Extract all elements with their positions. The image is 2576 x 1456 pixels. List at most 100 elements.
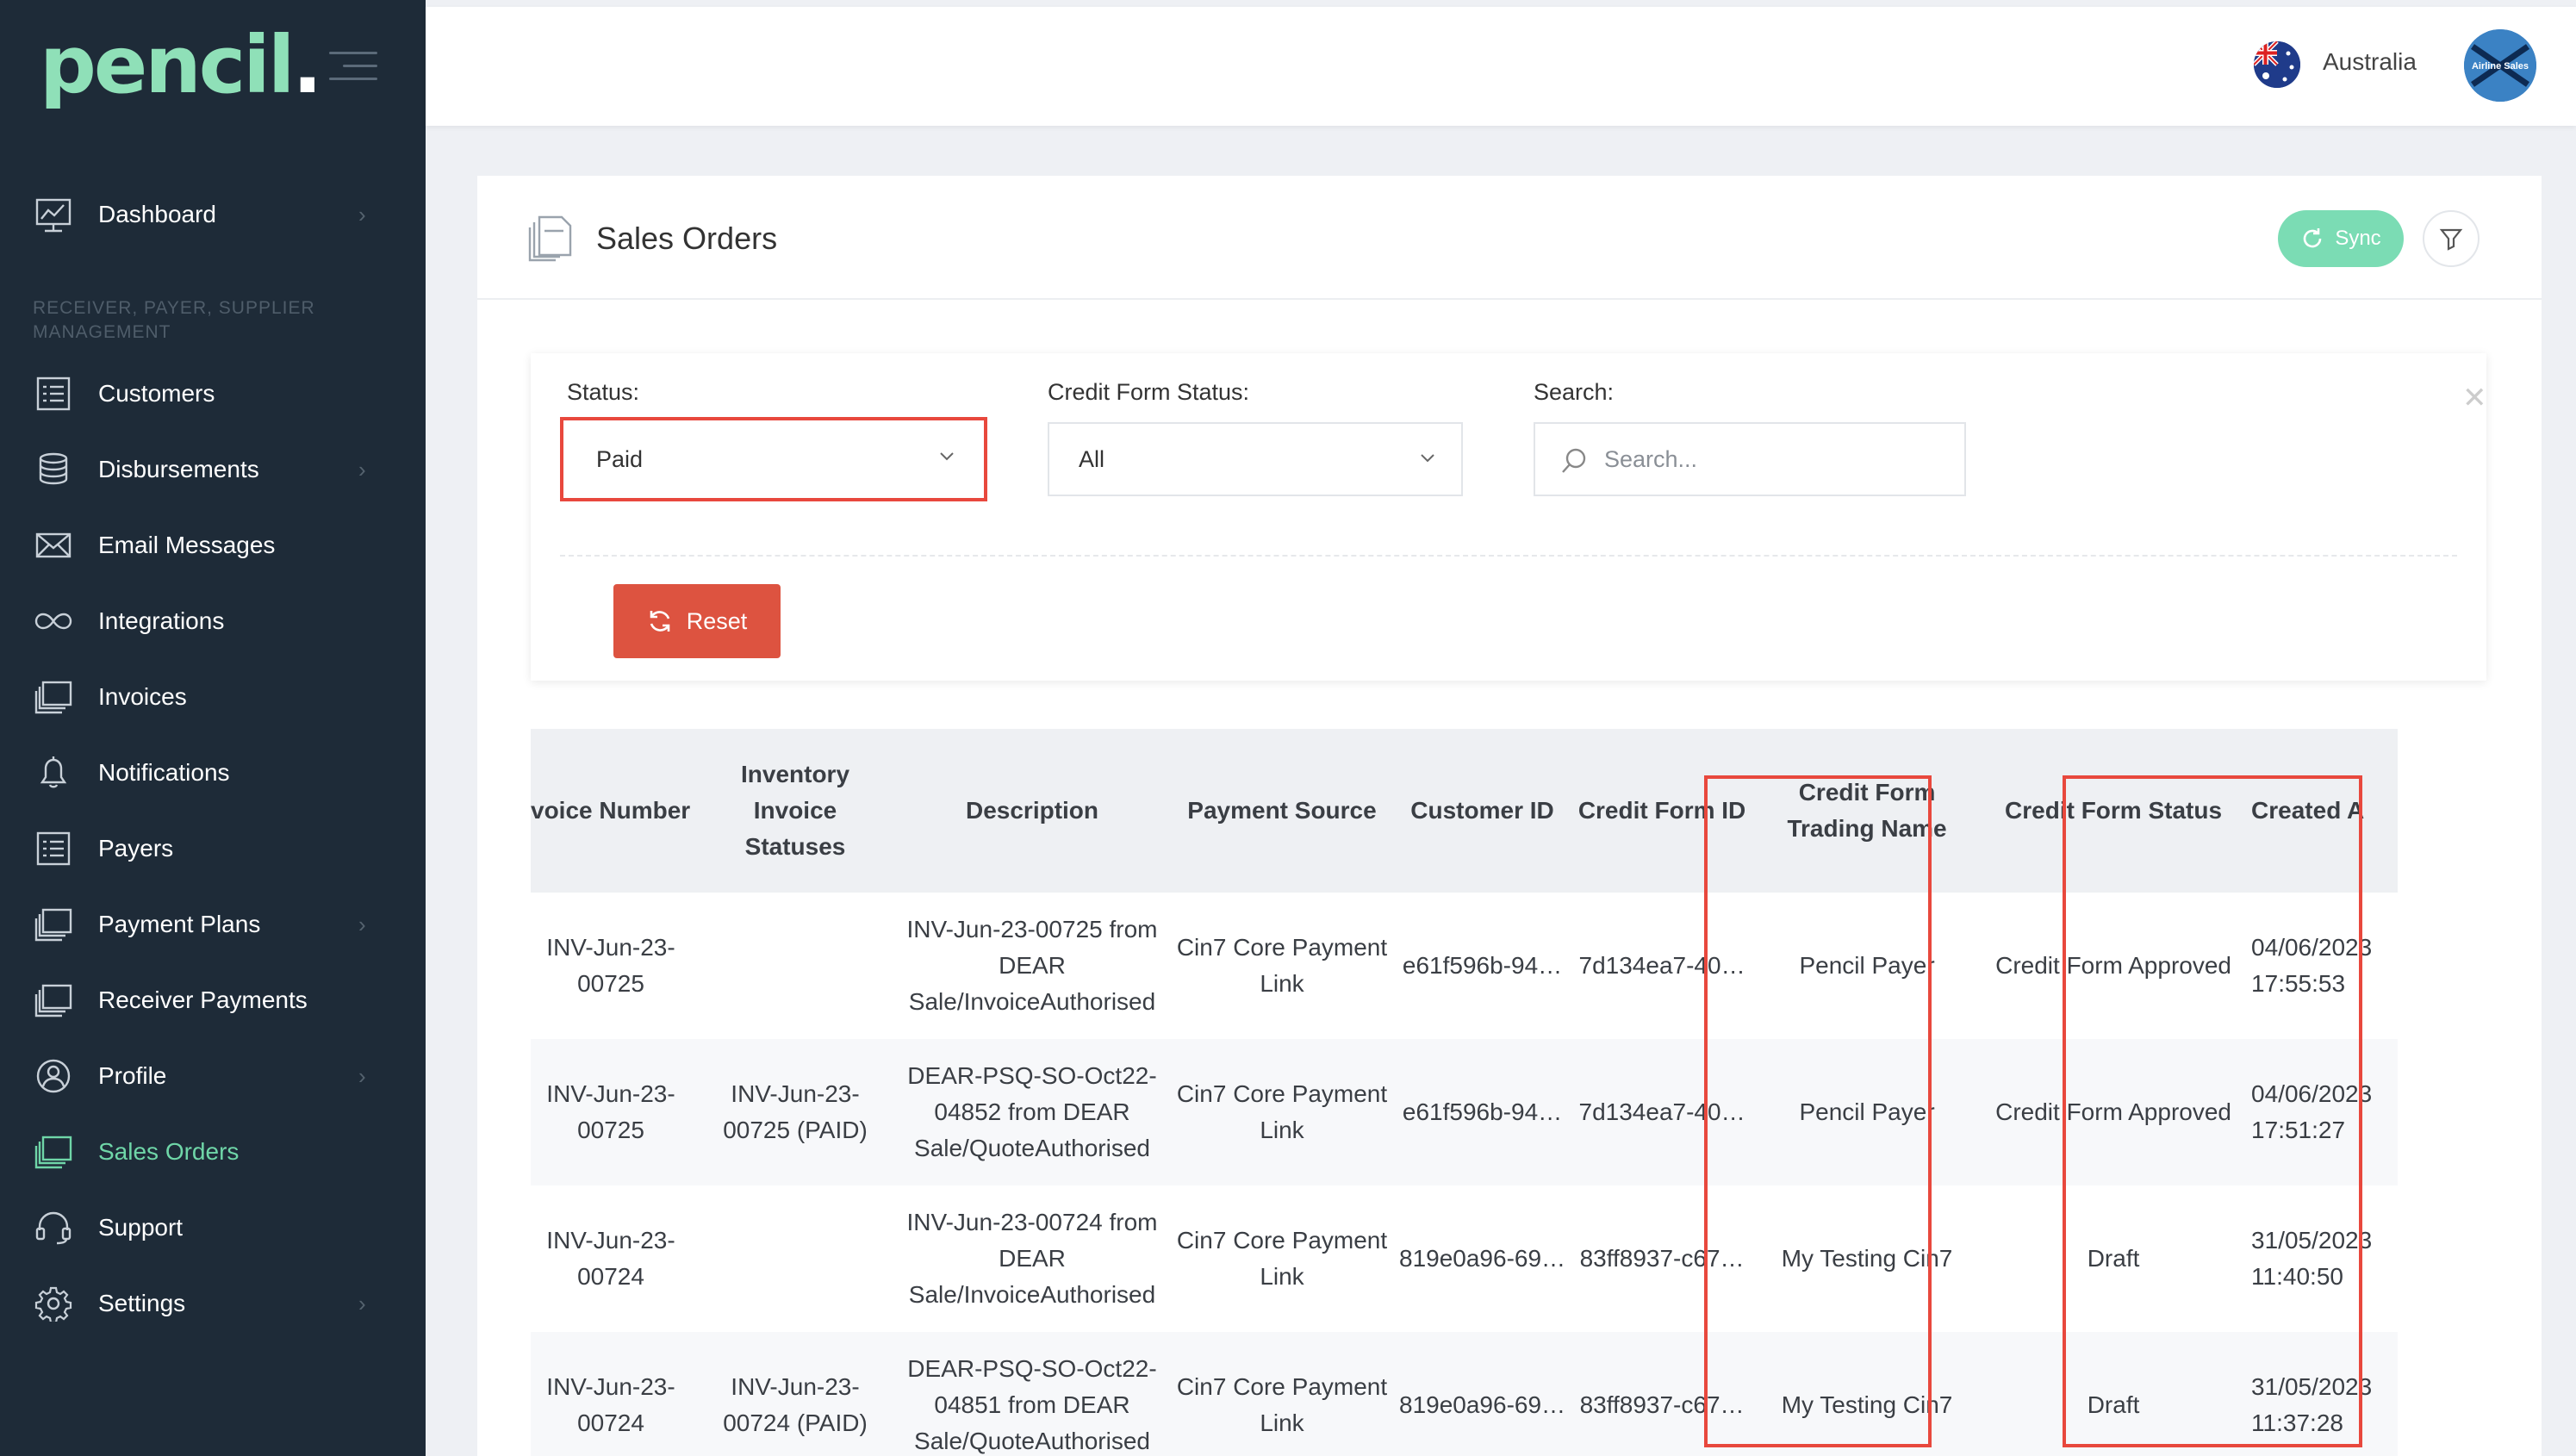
australia-flag-icon[interactable]	[2254, 41, 2300, 88]
coins-icon	[39, 452, 68, 485]
sidebar-item-integrations[interactable]: Integrations	[0, 591, 426, 651]
cell-customer-id: e61f596b-94…	[1394, 893, 1571, 1039]
cell-customer-id: 819e0a96-69…	[1394, 1185, 1571, 1332]
sidebar-item-payment-plans[interactable]: Payment Plans ›	[0, 894, 426, 955]
stacked-docs-icon	[34, 984, 72, 1017]
card-header: Sales Orders Sync	[477, 176, 2542, 300]
cell-payment-source: Cin7 Core Payment Link	[1170, 1039, 1394, 1185]
search-input[interactable]	[1604, 445, 1932, 473]
sales-orders-table-wrap: voice Number Inventory Invoice Statuses …	[531, 729, 2486, 1456]
chevron-down-icon	[1421, 454, 1434, 463]
cell-payment-source: Cin7 Core Payment Link	[1170, 893, 1394, 1039]
sidebar-item-label: Invoices	[98, 683, 187, 710]
cell-credit-form-status: Draft	[1981, 1332, 2247, 1456]
sidebar-item-payers[interactable]: Payers	[0, 818, 426, 879]
sidebar-item-label: Disbursements	[98, 456, 259, 482]
credit-form-status-select[interactable]: All	[1048, 422, 1463, 496]
bell-icon	[40, 756, 67, 788]
sidebar-item-support[interactable]: Support	[0, 1198, 426, 1258]
cell-invoice-number: INV-Jun-23-00724	[531, 1332, 696, 1456]
sidebar-item-dashboard[interactable]: Dashboard ›	[0, 184, 426, 245]
column-header-description[interactable]: Description	[894, 729, 1170, 893]
stacked-docs-icon	[34, 1136, 72, 1169]
cell-credit-form-trading-name: My Testing Cin7	[1753, 1185, 1982, 1332]
sidebar-item-customers[interactable]: Customers	[0, 364, 426, 424]
cell-credit-form-trading-name: Pencil Payer	[1753, 1039, 1982, 1185]
infinity-icon	[34, 613, 72, 630]
refresh-icon	[2304, 228, 2322, 248]
sidebar-item-label: Payers	[98, 835, 174, 862]
filter-button[interactable]	[2423, 210, 2480, 267]
page-title: Sales Orders	[596, 221, 778, 256]
sidebar-item-disbursements[interactable]: Disbursements ›	[0, 439, 426, 500]
sidebar-item-sales-orders[interactable]: Sales Orders	[0, 1122, 426, 1182]
sidebar-section-header: RECEIVER, PAYER, SUPPLIER MANAGEMENT	[33, 298, 315, 342]
sidebar-item-profile[interactable]: Profile ›	[0, 1046, 426, 1106]
reset-button[interactable]: Reset	[613, 584, 781, 658]
gear-icon	[34, 1286, 72, 1322]
cell-payment-source: Cin7 Core Payment Link	[1170, 1185, 1394, 1332]
sidebar-item-label: Notifications	[98, 759, 230, 786]
cell-credit-form-id: 7d134ea7-40…	[1571, 893, 1754, 1039]
column-header-credit-form-trading-name[interactable]: Credit Form Trading Name	[1753, 729, 1982, 893]
cell-created-at: 31/05/2023 11:37:28	[2246, 1332, 2399, 1456]
cell-credit-form-trading-name: Pencil Payer	[1753, 893, 1982, 1039]
status-label: Status:	[567, 379, 640, 405]
list-icon	[36, 831, 71, 866]
table-header-row: voice Number Inventory Invoice Statuses …	[531, 729, 2399, 893]
column-header-inventory-invoice-statuses[interactable]: Inventory Invoice Statuses	[696, 729, 894, 893]
region-label[interactable]: Australia	[2323, 48, 2417, 76]
chevron-right-icon: ›	[358, 201, 366, 227]
sync-label: Sync	[2335, 227, 2381, 250]
sidebar-item-label: Customers	[98, 380, 215, 407]
column-header-invoice-number[interactable]: voice Number	[531, 729, 696, 893]
logo-row: pencil.	[0, 0, 426, 129]
sidebar-item-email-messages[interactable]: Email Messages	[0, 515, 426, 576]
credit-form-status-select-value: All	[1079, 445, 1105, 472]
app-logo[interactable]: pencil.	[40, 19, 322, 111]
column-header-credit-form-status[interactable]: Credit Form Status	[1981, 729, 2247, 893]
column-header-created-at[interactable]: Created A	[2246, 729, 2399, 893]
cell-credit-form-id: 83ff8937-c67…	[1571, 1332, 1754, 1456]
close-icon[interactable]: ✕	[2462, 381, 2487, 415]
avatar[interactable]: Airline Sales	[2464, 29, 2536, 102]
cell-description: INV-Jun-23-00724 from DEAR Sale/InvoiceA…	[894, 1185, 1170, 1332]
chevron-right-icon: ›	[358, 911, 366, 937]
sync-button[interactable]: Sync	[2278, 210, 2404, 267]
column-header-payment-source[interactable]: Payment Source	[1170, 729, 1394, 893]
search-icon	[1562, 448, 1586, 473]
table-row[interactable]: INV-Jun-23-00725 INV-Jun-23-00725 (PAID)…	[531, 1039, 2399, 1185]
cell-credit-form-trading-name: My Testing Cin7	[1753, 1332, 1982, 1456]
sidebar-item-label: Receiver Payments	[98, 986, 308, 1013]
funnel-icon	[2439, 228, 2463, 251]
table-row[interactable]: INV-Jun-23-00724 INV-Jun-23-00724 (PAID)…	[531, 1332, 2399, 1456]
cell-credit-form-id: 83ff8937-c67…	[1571, 1185, 1754, 1332]
sales-orders-table: voice Number Inventory Invoice Statuses …	[531, 729, 2399, 1456]
chevron-right-icon: ›	[358, 456, 366, 482]
sidebar-item-invoices[interactable]: Invoices	[0, 667, 426, 727]
sales-orders-card: Sales Orders Sync Status: Paid Credit Fo…	[477, 176, 2542, 1456]
cell-invoice-number: INV-Jun-23-00724	[531, 1185, 696, 1332]
search-field[interactable]	[1534, 422, 1966, 496]
cell-created-at: 04/06/2023 17:51:27	[2246, 1039, 2399, 1185]
cell-inventory-invoice-statuses	[696, 893, 894, 1039]
chevron-right-icon: ›	[358, 1062, 366, 1089]
chevron-right-icon: ›	[358, 1290, 366, 1316]
cell-credit-form-id: 7d134ea7-40…	[1571, 1039, 1754, 1185]
column-header-credit-form-id[interactable]: Credit Form ID	[1571, 729, 1754, 893]
cell-invoice-number: INV-Jun-23-00725	[531, 893, 696, 1039]
table-row[interactable]: INV-Jun-23-00725 INV-Jun-23-00725 from D…	[531, 893, 2399, 1039]
cell-description: INV-Jun-23-00725 from DEAR Sale/InvoiceA…	[894, 893, 1170, 1039]
sidebar-item-receiver-payments[interactable]: Receiver Payments	[0, 970, 426, 1030]
sidebar-item-notifications[interactable]: Notifications	[0, 743, 426, 803]
list-icon	[36, 376, 71, 411]
cell-description: DEAR-PSQ-SO-Oct22-04851 from DEAR Sale/Q…	[894, 1332, 1170, 1456]
cell-description: DEAR-PSQ-SO-Oct22-04852 from DEAR Sale/Q…	[894, 1039, 1170, 1185]
cell-payment-source: Cin7 Core Payment Link	[1170, 1332, 1394, 1456]
menu-toggle-icon[interactable]	[329, 52, 377, 81]
sidebar-item-label: Payment Plans	[98, 911, 261, 937]
headset-icon	[35, 1211, 72, 1245]
column-header-customer-id[interactable]: Customer ID	[1394, 729, 1571, 893]
table-row[interactable]: INV-Jun-23-00724 INV-Jun-23-00724 from D…	[531, 1185, 2399, 1332]
sidebar-item-settings[interactable]: Settings ›	[0, 1273, 426, 1334]
